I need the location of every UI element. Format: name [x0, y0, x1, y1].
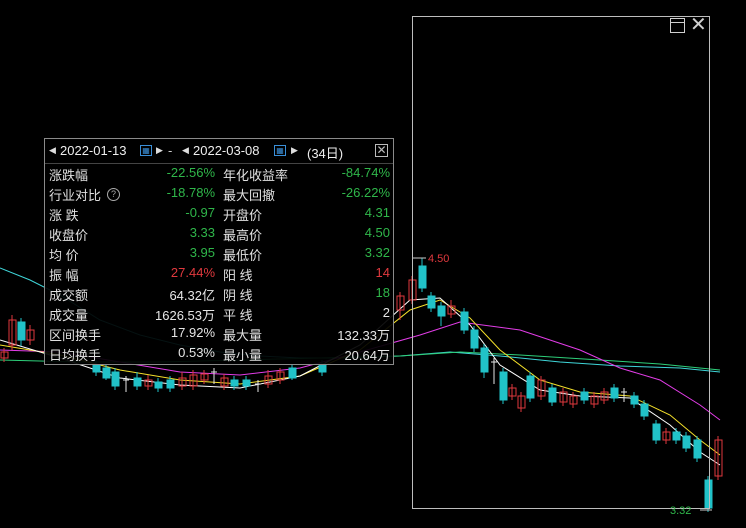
stat-label: 日均换手 — [49, 348, 102, 363]
stat-value: 20.64万 — [344, 348, 390, 363]
start-date[interactable]: 2022-01-13 — [60, 143, 127, 158]
stats-row: 成交量 1626.53万平 线 2 — [45, 305, 393, 325]
stats-row: 日均换手 0.53% 最小量 20.64万 — [45, 345, 393, 365]
stat-value: 4.31 — [364, 205, 390, 220]
end-calendar-icon[interactable]: ▦ — [274, 145, 286, 156]
prev-end-arrow-icon[interactable]: ◀ — [182, 145, 189, 156]
stat-label: 收盘价 — [49, 228, 89, 243]
candle-body — [318, 363, 327, 373]
stat-value: 0.53% — [178, 345, 215, 360]
stat-label: 行业对比 — [49, 188, 102, 203]
stat-label: 区间换手 — [49, 328, 102, 343]
stat-value: 3.33 — [189, 225, 215, 240]
stat-value: 4.50 — [364, 225, 390, 240]
stat-value: 18 — [375, 285, 390, 300]
high-price-label: 4.50 — [428, 253, 450, 265]
stats-row: 区间换手 17.92% 最大量 132.33万 — [45, 325, 393, 345]
candle-body — [242, 379, 251, 387]
candle-body — [166, 379, 175, 389]
stats-row: 收盘价 3.33 最高价 4.50 — [45, 225, 393, 245]
stat-value: 3.95 — [189, 245, 215, 260]
day-count: (34日) — [307, 146, 344, 161]
panel-header: ◀ 2022-01-13 ▦ ▶ - ◀ 2022-03-08 ▦ ▶ (34日… — [45, 139, 393, 164]
candle-body — [111, 371, 120, 387]
next-end-arrow-icon[interactable]: ▶ — [291, 145, 298, 156]
stat-value: 27.44% — [170, 265, 215, 280]
next-start-arrow-icon[interactable]: ▶ — [156, 145, 163, 156]
stat-label: 平 线 — [223, 308, 253, 323]
stat-label: 最大回撤 — [223, 188, 276, 203]
stat-label: 年化收益率 — [223, 168, 289, 183]
range-selection-box[interactable] — [412, 16, 710, 509]
stat-label: 最高价 — [223, 228, 263, 243]
stat-label: 均 价 — [49, 248, 79, 263]
stat-label: 最低价 — [223, 248, 263, 263]
stat-value: -22.56% — [166, 165, 215, 180]
prev-start-arrow-icon[interactable]: ◀ — [49, 145, 56, 156]
candle-body — [230, 379, 239, 387]
stat-value: 17.92% — [170, 325, 215, 340]
stat-label: 阴 线 — [223, 288, 253, 303]
candle-body — [92, 364, 101, 373]
candle-body — [133, 377, 142, 387]
selection-controls: ✕ — [670, 15, 710, 36]
stat-label: 成交额 — [49, 288, 89, 303]
stat-value: 64.32亿 — [169, 288, 215, 303]
stats-row: 成交额 64.32亿阴 线 18 — [45, 285, 393, 305]
candle-body — [102, 367, 111, 379]
window-icon[interactable] — [670, 18, 685, 33]
stat-label: 涨 跌 — [49, 208, 79, 223]
close-icon[interactable]: ✕ — [690, 15, 707, 35]
stat-label: 涨跌幅 — [49, 168, 89, 183]
interval-stats-panel: ◀ 2022-01-13 ▦ ▶ - ◀ 2022-03-08 ▦ ▶ (34日… — [44, 138, 394, 365]
stats-row: 涨 跌 -0.97 开盘价 4.31 — [45, 205, 393, 225]
stat-value: -18.78% — [166, 185, 215, 200]
stats-row: 振 幅 27.44% 阳 线 14 — [45, 265, 393, 285]
stat-label: 最小量 — [223, 348, 263, 363]
stat-value: -0.97 — [185, 205, 215, 220]
stat-value: 14 — [375, 265, 390, 280]
stats-row: 均 价 3.95 最低价 3.32 — [45, 245, 393, 265]
stat-value: 2 — [382, 305, 390, 320]
stat-label: 成交量 — [49, 308, 89, 323]
stats-row: 涨跌幅 -22.56% 年化收益率 -84.74% — [45, 165, 393, 185]
panel-close-icon[interactable]: ✕ — [375, 144, 388, 157]
end-date[interactable]: 2022-03-08 — [193, 143, 260, 158]
low-price-label: 3.32 — [670, 505, 692, 517]
candle-body — [288, 367, 297, 379]
stat-label: 开盘价 — [223, 208, 263, 223]
stat-label: 阳 线 — [223, 268, 253, 283]
candle-body — [17, 321, 26, 341]
range-separator: - — [168, 143, 173, 158]
stat-label: 振 幅 — [49, 268, 79, 283]
stat-label: 最大量 — [223, 328, 263, 343]
stat-value: 132.33万 — [337, 328, 390, 343]
stat-value: 1626.53万 — [155, 308, 215, 323]
start-calendar-icon[interactable]: ▦ — [140, 145, 152, 156]
help-icon[interactable]: ? — [107, 188, 120, 201]
stats-row: 行业对比? -18.78% 最大回撤 -26.22% — [45, 185, 393, 205]
candle-body — [154, 381, 163, 389]
stat-value: -26.22% — [341, 185, 390, 200]
stat-value: 3.32 — [364, 245, 390, 260]
stat-value: -84.74% — [341, 165, 390, 180]
